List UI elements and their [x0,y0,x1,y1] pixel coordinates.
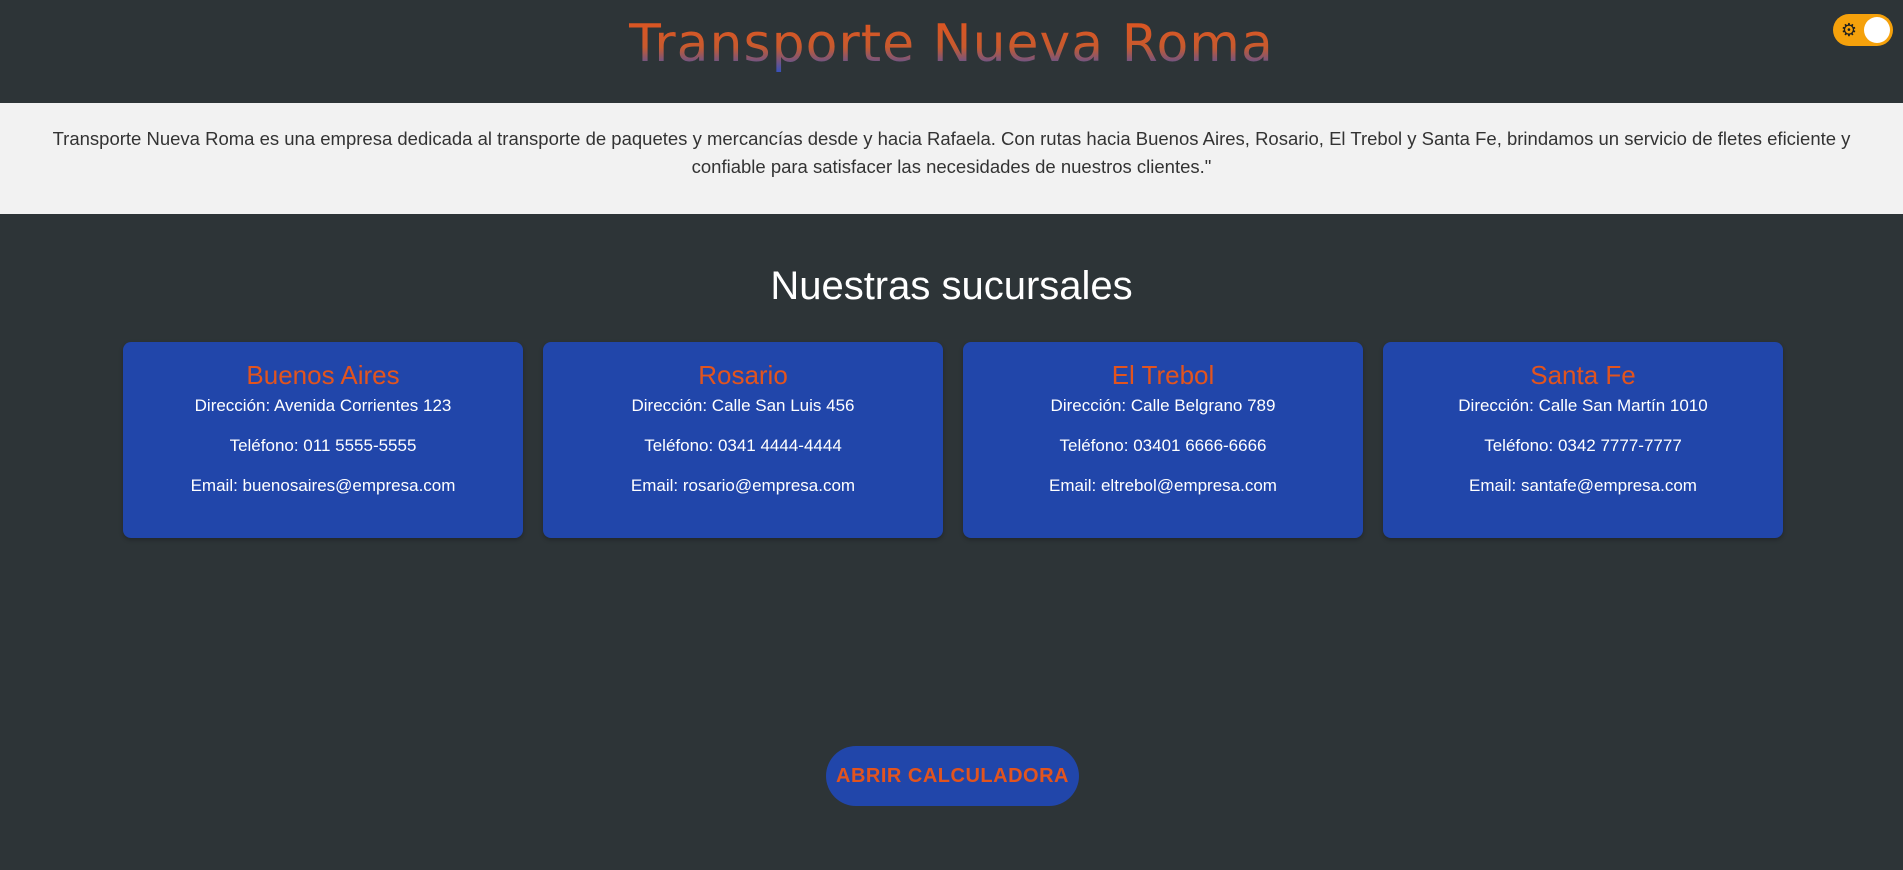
branch-card-rosario: Rosario Dirección: Calle San Luis 456 Te… [543,342,943,538]
branch-name: Buenos Aires [246,360,400,390]
branch-card-buenos-aires: Buenos Aires Dirección: Avenida Corrient… [123,342,523,538]
branch-card-el-trebol: El Trebol Dirección: Calle Belgrano 789 … [963,342,1363,538]
sun-icon: ⚙ [1840,20,1858,40]
branch-phone: Teléfono: 03401 6666-6666 [1059,436,1267,455]
branch-name: El Trebol [1111,360,1215,390]
branch-address: Dirección: Calle San Martín 1010 [1458,396,1708,415]
branch-name: Santa Fe [1530,360,1636,390]
intro-section: Transporte Nueva Roma es una empresa ded… [0,103,1903,214]
site-title: Transporte Nueva Roma [0,14,1903,74]
theme-toggle[interactable]: ⚙ [1833,14,1893,46]
intro-text: Transporte Nueva Roma es una empresa ded… [52,128,1851,177]
branch-address: Dirección: Calle Belgrano 789 [1050,396,1276,415]
branch-phone: Teléfono: 011 5555-5555 [229,436,417,455]
branch-phone: Teléfono: 0341 4444-4444 [644,436,842,455]
branch-email: Email: rosario@empresa.com [630,476,856,495]
branch-email: Email: santafe@empresa.com [1469,476,1697,495]
branch-email: Email: eltrebol@empresa.com [1049,476,1277,495]
open-calculator-button[interactable]: ABRIR CALCULADORA [826,746,1079,806]
header: Transporte Nueva Roma ⚙ [0,0,1903,103]
toggle-knob [1864,17,1890,43]
branch-card-santa-fe: Santa Fe Dirección: Calle San Martín 101… [1383,342,1783,538]
branches-title: Nuestras sucursales [770,264,1133,308]
branch-email: Email: buenosaires@empresa.com [190,476,456,495]
branch-address: Dirección: Avenida Corrientes 123 [194,396,452,415]
branch-name: Rosario [698,360,788,390]
page: Transporte Nueva Roma ⚙ Transporte Nueva… [0,0,1903,870]
branches-list: Buenos Aires Dirección: Avenida Corrient… [123,342,1783,538]
branch-address: Dirección: Calle San Luis 456 [631,396,855,415]
branch-phone: Teléfono: 0342 7777-7777 [1484,436,1682,455]
